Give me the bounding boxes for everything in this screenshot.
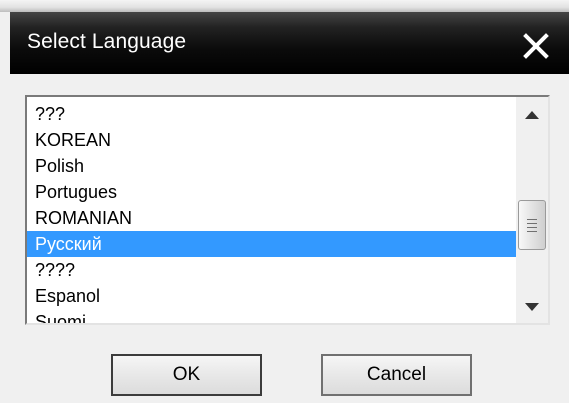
list-item[interactable]: ??? xyxy=(27,101,516,127)
scroll-up-button[interactable] xyxy=(516,103,548,127)
list-item[interactable]: Polish xyxy=(27,153,516,179)
list-item[interactable]: Suomi xyxy=(27,309,516,323)
arrow-down-icon xyxy=(525,303,539,311)
list-item[interactable]: ROMANIAN xyxy=(27,205,516,231)
cancel-button[interactable]: Cancel xyxy=(321,354,472,396)
list-item[interactable]: KOREAN xyxy=(27,127,516,153)
language-listbox[interactable]: ??? KOREAN Polish Portugues ROMANIAN Рус… xyxy=(25,95,550,325)
ok-button[interactable]: OK xyxy=(111,354,262,396)
language-list: ??? KOREAN Polish Portugues ROMANIAN Рус… xyxy=(27,101,516,323)
list-item[interactable]: ???? xyxy=(27,257,516,283)
list-item[interactable]: Espanol xyxy=(27,283,516,309)
list-item-selected[interactable]: Русский xyxy=(27,231,516,257)
list-item[interactable]: Portugues xyxy=(27,179,516,205)
language-dialog: Select Language ??? KOREAN Polish Portug… xyxy=(0,0,569,403)
scroll-thumb[interactable] xyxy=(518,200,546,250)
close-button[interactable] xyxy=(516,28,556,64)
close-icon xyxy=(523,33,549,59)
window-top-edge xyxy=(0,0,569,12)
grip-icon xyxy=(527,216,537,235)
vertical-scrollbar[interactable] xyxy=(516,97,548,323)
dialog-title: Select Language xyxy=(27,30,187,53)
scroll-down-button[interactable] xyxy=(516,295,548,319)
arrow-up-icon xyxy=(525,111,539,119)
